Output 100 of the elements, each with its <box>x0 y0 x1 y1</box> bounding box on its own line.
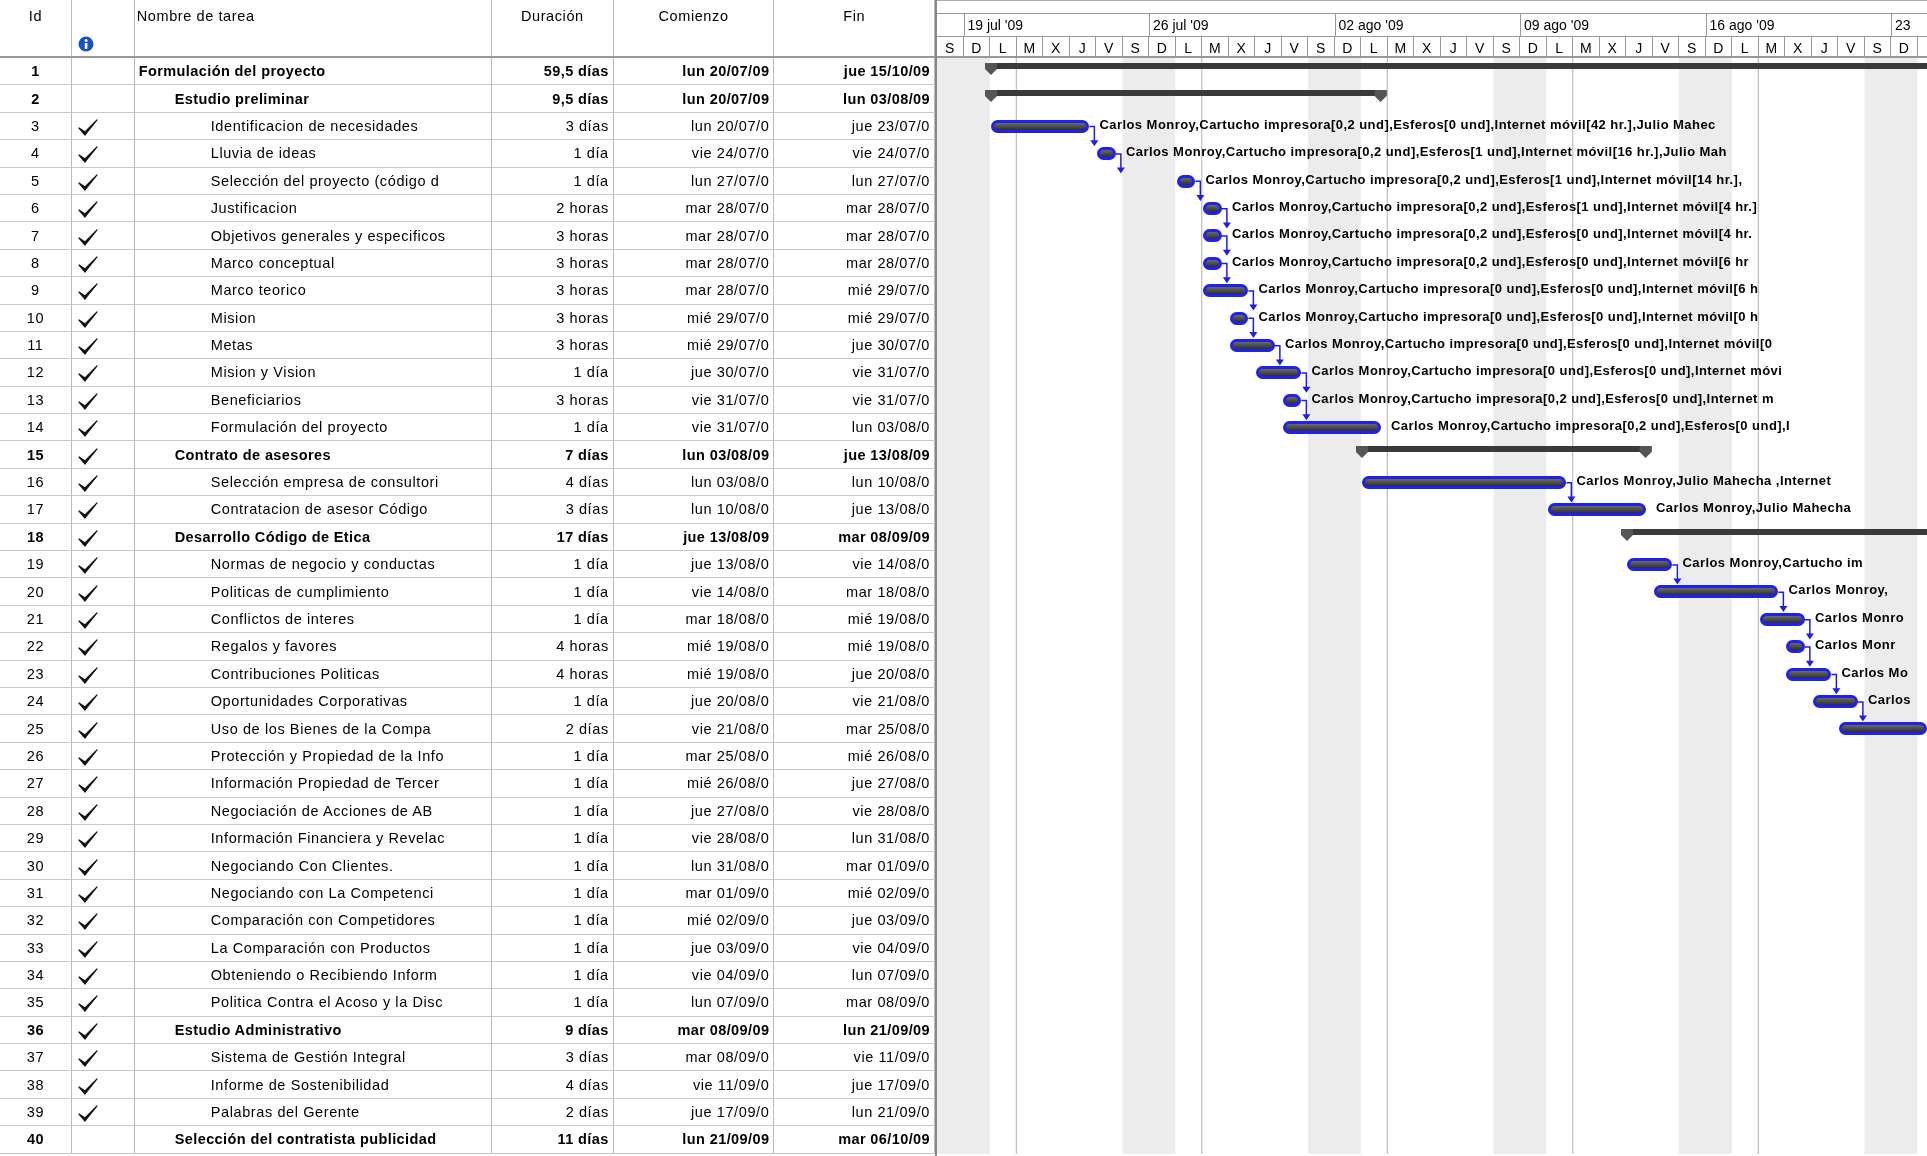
dependency-arrow <box>1221 262 1231 284</box>
task-id: 15 <box>26 446 44 463</box>
finish-date-cell: jue 23/07/0 <box>851 117 930 134</box>
checkmark-icon <box>77 420 98 439</box>
day-label: V <box>1475 39 1485 56</box>
task-id: 24 <box>26 693 45 710</box>
task-name: Conflictos de interes <box>210 611 355 627</box>
task-name: Politica Contra el Acoso y la Disc <box>210 994 444 1011</box>
day-label: J <box>1820 39 1828 56</box>
task-id: 2 <box>31 90 40 107</box>
task-id: 8 <box>31 254 40 271</box>
task-name: Negociando con La Competenci <box>210 884 434 901</box>
day-label: V <box>1660 39 1670 56</box>
finish-date-cell: jue 20/08/0 <box>851 665 930 682</box>
task-id: 10 <box>26 309 45 326</box>
duration-cell: 1 día <box>573 775 609 792</box>
resource-label: Carlos Monroy,Julio Mahecha <box>1655 500 1852 516</box>
task-id: 33 <box>26 939 45 956</box>
start-date-cell: vie 31/07/0 <box>691 419 770 436</box>
task-name: Selección del proyecto (código d <box>210 172 440 189</box>
task-bar <box>1786 640 1805 654</box>
task-id: 40 <box>26 1131 44 1148</box>
task-bar <box>1256 366 1302 380</box>
task-name: Selección empresa de consultori <box>210 474 439 491</box>
duration-cell: 3 horas <box>556 337 609 354</box>
day-label: S <box>945 39 955 56</box>
start-date-cell: mar 28/07/0 <box>685 227 770 244</box>
duration-cell: 1 día <box>573 830 609 847</box>
dependency-arrow <box>1777 591 1788 612</box>
task-name: Lluvia de ideas <box>210 145 317 162</box>
day-label: X <box>1051 39 1061 56</box>
task-name: Contratacion de asesor Código <box>210 501 429 518</box>
duration-cell: 7 días <box>565 446 609 463</box>
duration-cell: 1 día <box>573 364 609 381</box>
start-date-cell: lun 21/09/09 <box>682 1131 770 1148</box>
checkmark-icon <box>77 557 98 576</box>
column-header: Duración <box>520 8 584 24</box>
duration-cell: 3 días <box>565 501 609 518</box>
task-id: 9 <box>31 282 40 299</box>
finish-date-cell: mar 28/07/0 <box>846 227 930 244</box>
day-label: V <box>1846 39 1856 56</box>
start-date-cell: mar 18/08/0 <box>685 611 770 627</box>
checkmark-icon <box>77 146 98 165</box>
start-date-cell: lun 07/09/0 <box>691 994 770 1011</box>
resource-label: Carlos Monroy, <box>1788 582 1889 598</box>
week-label: 23 <box>1895 17 1911 33</box>
resource-label: Carlos Monroy,Cartucho impresora[0,2 und],Esferos[1 und],Internet móvil[4 hr.] <box>1231 198 1758 214</box>
duration-cell: 1 día <box>573 693 609 710</box>
start-date-cell: lun 27/07/0 <box>691 172 770 189</box>
checkmark-icon <box>77 995 98 1014</box>
task-name: Información Propiedad de Tercer <box>210 775 440 792</box>
duration-cell: 1 día <box>573 857 609 874</box>
finish-date-cell: vie 21/08/0 <box>852 693 930 710</box>
duration-cell: 2 días <box>565 1104 609 1121</box>
start-date-cell: jue 30/07/0 <box>691 364 770 381</box>
start-date-cell: lun 03/08/09 <box>682 446 770 463</box>
task-name: Negociación de Acciones de AB <box>210 802 433 819</box>
checkmark-icon <box>77 694 98 713</box>
checkmark-icon <box>77 1105 98 1124</box>
checkmark-icon <box>77 584 98 603</box>
finish-date-cell: mar 25/08/0 <box>846 720 930 737</box>
duration-cell: 3 horas <box>556 254 609 271</box>
checkmark-icon <box>77 502 98 521</box>
checkmark-icon <box>77 885 98 904</box>
finish-date-cell: mar 08/09/0 <box>846 994 930 1011</box>
task-name: Información Financiera y Revelac <box>210 830 446 847</box>
start-date-cell: lun 10/08/0 <box>691 501 770 518</box>
duration-cell: 9 días <box>565 1021 609 1038</box>
day-label: D <box>1156 39 1167 56</box>
checkmark-icon <box>77 968 98 987</box>
task-bar <box>1282 393 1302 407</box>
duration-cell: 1 día <box>573 583 609 600</box>
resource-label: Carlos Monr <box>1814 637 1896 653</box>
day-label: J <box>1449 39 1457 56</box>
task-id: 7 <box>31 227 40 244</box>
day-label: S <box>1872 39 1882 56</box>
task-name: Marco conceptual <box>210 254 335 271</box>
dependency-arrow <box>1565 481 1576 503</box>
task-name: Formulación del proyecto <box>210 419 388 436</box>
task-id: 11 <box>27 337 44 354</box>
duration-cell: 4 horas <box>556 665 609 682</box>
finish-date-cell: vie 11/09/0 <box>853 1049 930 1066</box>
task-name: Contrato de asesores <box>174 446 331 463</box>
task-bar <box>1812 695 1858 708</box>
checkmark-icon <box>77 475 98 494</box>
task-id: 37 <box>26 1049 45 1066</box>
duration-cell: 1 día <box>573 145 609 162</box>
dependency-arrow <box>1115 153 1125 174</box>
start-date-cell: jue 17/09/0 <box>691 1104 770 1121</box>
start-date-cell: jue 03/09/0 <box>691 939 770 956</box>
checkmark-icon <box>77 1022 98 1041</box>
start-date-cell: vie 11/09/0 <box>692 1076 770 1093</box>
duration-cell: 3 días <box>565 1049 609 1066</box>
duration-cell: 4 días <box>565 474 609 491</box>
finish-date-cell: lun 21/09/09 <box>843 1021 930 1038</box>
finish-date-cell: lun 21/09/0 <box>851 1104 930 1121</box>
dependency-arrow <box>1300 372 1311 393</box>
finish-date-cell: mié 29/07/0 <box>847 282 930 299</box>
duration-cell: 3 horas <box>556 391 609 408</box>
task-id: 13 <box>26 391 45 408</box>
